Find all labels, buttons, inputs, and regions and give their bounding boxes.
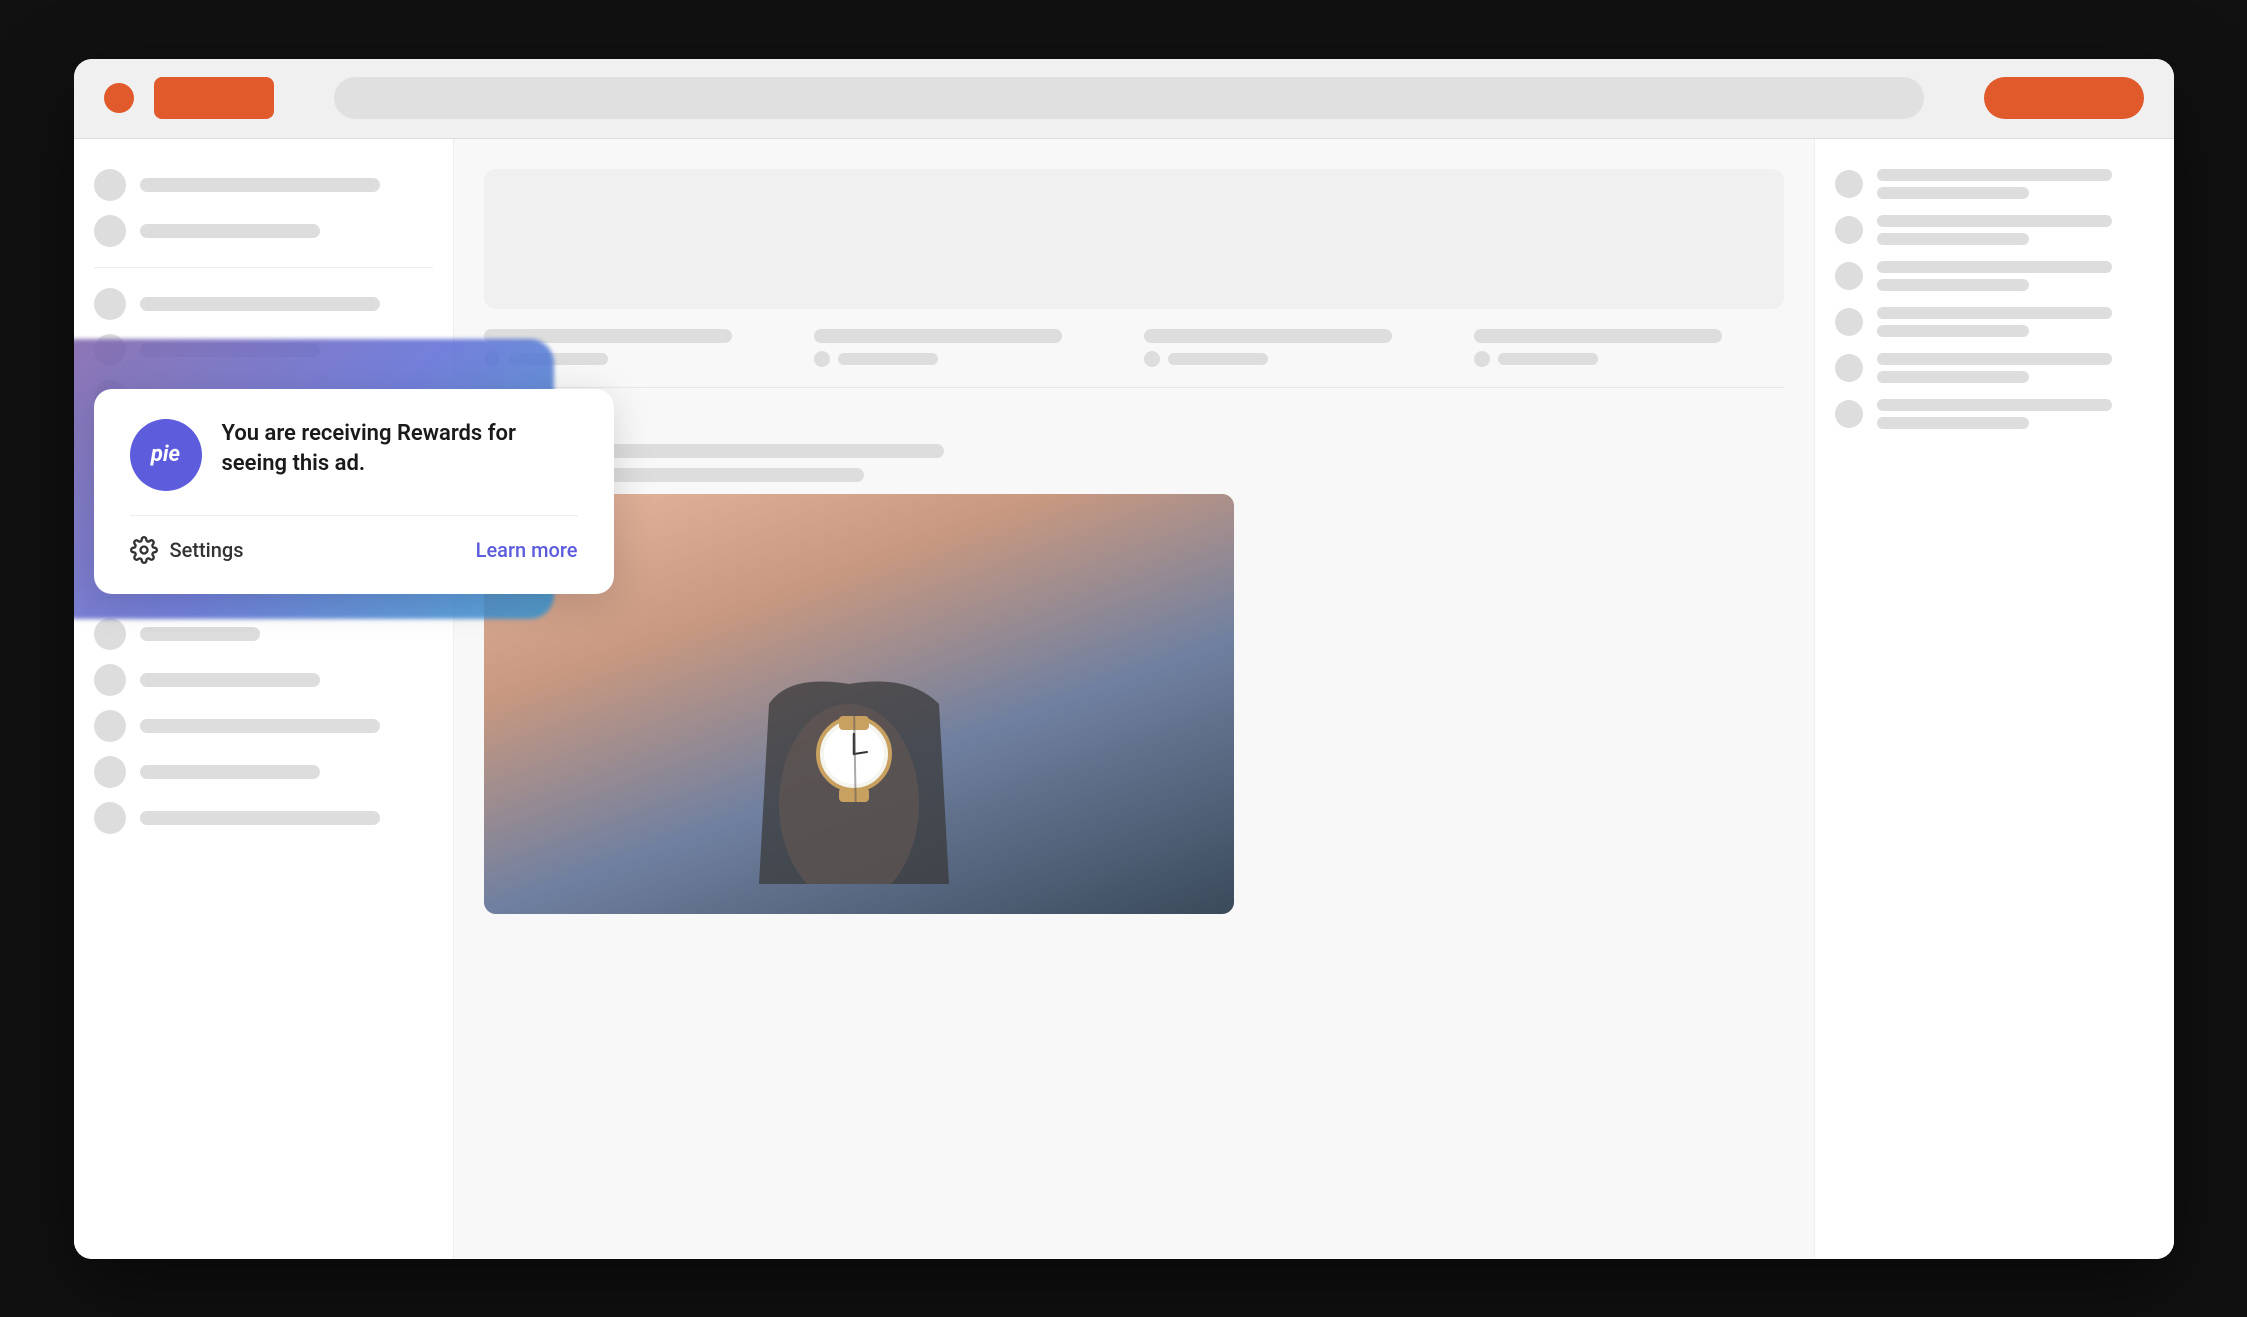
address-bar[interactable] — [334, 77, 1924, 119]
rs-item — [1835, 353, 2154, 383]
sidebar-line — [140, 297, 380, 311]
sidebar-item — [94, 288, 433, 320]
sidebar-line — [140, 224, 320, 238]
sponsored-label: P Sponsored — [484, 408, 1784, 432]
card-dot — [1144, 351, 1160, 367]
sidebar-item — [94, 802, 433, 834]
popup-divider — [130, 515, 578, 516]
sponsored-lines — [484, 444, 1784, 482]
rs-avatar — [1835, 354, 1863, 382]
rs-line-title — [1877, 399, 2112, 411]
popup-card: pie You are receiving Rewards for seeing… — [94, 389, 614, 594]
sidebar-avatar — [94, 756, 126, 788]
card-title-line — [1144, 329, 1392, 343]
card-item — [1474, 329, 1784, 367]
popup-header: pie You are receiving Rewards for seeing… — [130, 419, 578, 491]
rs-avatar — [1835, 170, 1863, 198]
settings-icon — [130, 536, 158, 564]
card-title-line — [1474, 329, 1722, 343]
rs-item — [1835, 399, 2154, 429]
sidebar-item — [94, 169, 433, 201]
right-sidebar — [1814, 139, 2174, 1259]
rs-line-title — [1877, 261, 2112, 273]
card-dot — [814, 351, 830, 367]
card-sub-line — [838, 353, 938, 365]
rs-line-sub — [1877, 279, 2029, 291]
rs-lines — [1877, 261, 2154, 291]
sidebar-item — [94, 215, 433, 247]
sidebar-avatar — [94, 710, 126, 742]
sidebar-item — [94, 756, 433, 788]
popup-logo-text: pie — [151, 442, 180, 467]
sidebar-line — [140, 627, 260, 641]
rs-line-sub — [1877, 417, 2029, 429]
popup-message: You are receiving Rewards for seeing thi… — [222, 419, 578, 481]
card-title-line — [814, 329, 1062, 343]
sidebar-line — [140, 719, 380, 733]
ad-watch-svg — [709, 524, 1009, 884]
browser-topbar — [74, 59, 2174, 139]
rs-item — [1835, 215, 2154, 245]
browser-dot — [104, 83, 134, 113]
rs-item — [1835, 169, 2154, 199]
sidebar-avatar — [94, 169, 126, 201]
browser-action-button[interactable] — [1984, 77, 2144, 119]
card-sub — [814, 351, 1124, 367]
rs-item — [1835, 307, 2154, 337]
card-item — [1144, 329, 1454, 367]
rs-lines — [1877, 307, 2154, 337]
rs-line-sub — [1877, 371, 2029, 383]
sidebar-item — [94, 710, 433, 742]
rs-line-sub — [1877, 187, 2029, 199]
rs-avatar — [1835, 400, 1863, 428]
feed-divider — [484, 387, 1784, 388]
popup-actions: Settings Learn more — [130, 536, 578, 564]
card-sub — [1474, 351, 1784, 367]
sponsored-section: P Sponsored — [484, 408, 1784, 914]
rs-lines — [1877, 353, 2154, 383]
card-sub-line — [1498, 353, 1598, 365]
sidebar-line — [140, 765, 320, 779]
rs-line-title — [1877, 353, 2112, 365]
card-sub — [1144, 351, 1454, 367]
card-dot — [1474, 351, 1490, 367]
settings-label: Settings — [170, 538, 244, 562]
rs-line-title — [1877, 169, 2112, 181]
sidebar-avatar — [94, 664, 126, 696]
rs-line-sub — [1877, 325, 2029, 337]
rs-line-title — [1877, 307, 2112, 319]
sidebar-line — [140, 178, 380, 192]
popup-logo: pie — [130, 419, 202, 491]
rs-line-sub — [1877, 233, 2029, 245]
settings-button[interactable]: Settings — [130, 536, 244, 564]
left-sidebar — [74, 139, 454, 1259]
hero-banner — [484, 169, 1784, 309]
sidebar-line — [140, 811, 380, 825]
sidebar-item — [94, 664, 433, 696]
sidebar-avatar — [94, 215, 126, 247]
browser-window: P Sponsored — [74, 59, 2174, 1259]
rs-lines — [1877, 215, 2154, 245]
rs-item — [1835, 261, 2154, 291]
rs-avatar — [1835, 216, 1863, 244]
sidebar-avatar — [94, 802, 126, 834]
rs-lines — [1877, 169, 2154, 199]
sidebar-divider — [94, 267, 433, 268]
sidebar-item — [94, 618, 433, 650]
browser-content: P Sponsored — [74, 139, 2174, 1259]
learn-more-link[interactable]: Learn more — [476, 538, 578, 562]
browser-logo — [154, 77, 274, 119]
rs-avatar — [1835, 262, 1863, 290]
sidebar-line — [140, 673, 320, 687]
card-item — [814, 329, 1124, 367]
cards-row — [484, 329, 1784, 367]
rs-lines — [1877, 399, 2154, 429]
main-feed: P Sponsored — [454, 139, 1814, 1259]
sidebar-avatar — [94, 618, 126, 650]
card-sub-line — [1168, 353, 1268, 365]
sidebar-avatar — [94, 288, 126, 320]
rs-avatar — [1835, 308, 1863, 336]
rs-line-title — [1877, 215, 2112, 227]
